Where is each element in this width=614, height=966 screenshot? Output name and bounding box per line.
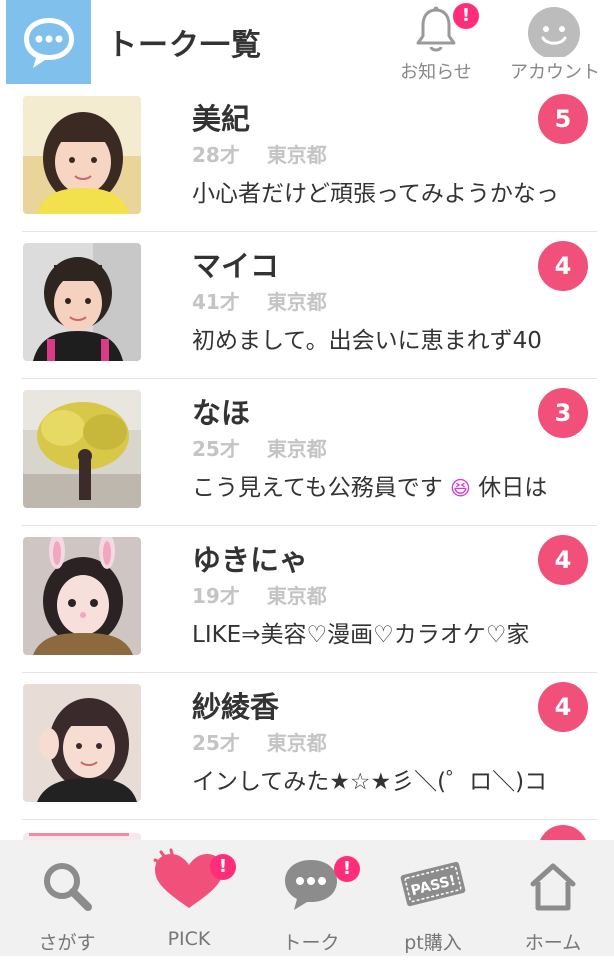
conversation-name: 美紀 <box>192 102 251 136</box>
message-text: こう見えても公務員です <box>192 475 443 501</box>
tab-pick[interactable]: ! PICK <box>128 840 250 956</box>
talk-alert-badge: ! <box>334 856 360 882</box>
age-label: 25才 <box>192 731 240 755</box>
pass-ticket-icon: PASS! <box>400 861 466 907</box>
tab-home[interactable]: ホーム <box>492 840 614 956</box>
avatar <box>23 96 141 214</box>
notice-label: お知らせ <box>400 62 472 83</box>
age-label: 19才 <box>192 584 240 608</box>
bell-icon <box>416 6 456 52</box>
unread-count-badge: 4 <box>538 535 588 585</box>
avatar <box>23 243 141 361</box>
page-title: トーク一覧 <box>107 28 262 63</box>
tab-label: トーク <box>282 932 340 954</box>
conversation-name: ゆきにゃ <box>192 543 309 577</box>
avatar <box>23 684 141 802</box>
area-label: 東京都 <box>266 437 327 461</box>
conversation-name: 紗綾香 <box>192 690 280 724</box>
tab-label: PICK <box>167 928 211 950</box>
unread-count-badge: 4 <box>538 682 588 732</box>
tab-label: ホーム <box>524 932 582 954</box>
last-message: LIKE⇒美容♡漫画♡カラオケ♡家 <box>192 622 530 648</box>
search-icon <box>44 863 92 911</box>
avatar <box>23 537 141 655</box>
conversation-row[interactable]: マイコ 41才 東京都 初めまして。出会いに恵まれず40 4 <box>22 231 597 379</box>
avatar <box>23 390 141 508</box>
conversation-meta: 19才 東京都 <box>192 580 327 609</box>
tab-talk[interactable]: ! トーク <box>250 840 372 956</box>
conversation-meta: 25才 東京都 <box>192 433 327 462</box>
bottom-tab-bar: さがす ! PICK ! トーク PASS! pt購入 ホーム <box>0 840 614 956</box>
conversation-meta: 25才 東京都 <box>192 727 327 756</box>
unread-count-badge: 3 <box>538 388 588 438</box>
last-message: 初めまして。出会いに恵まれず40 <box>192 328 542 354</box>
tab-label: pt購入 <box>404 932 462 954</box>
age-label: 28才 <box>192 143 240 167</box>
area-label: 東京都 <box>266 584 327 608</box>
conversation-name: マイコ <box>192 249 280 283</box>
area-label: 東京都 <box>266 731 327 755</box>
conversation-name: なほ <box>192 396 251 430</box>
last-message: 小心者だけど頑張ってみようかなっ <box>192 181 559 207</box>
chat-bubble-icon <box>24 18 74 68</box>
account-button[interactable]: アカウント <box>500 0 610 84</box>
area-label: 東京都 <box>266 143 327 167</box>
unread-count-badge: 5 <box>538 94 588 144</box>
home-icon <box>530 863 576 911</box>
conversation-meta: 28才 東京都 <box>192 139 327 168</box>
message-text-tail: 休日は <box>478 475 548 501</box>
app-logo[interactable] <box>6 0 91 84</box>
tab-label: さがす <box>38 932 96 954</box>
age-label: 25才 <box>192 437 240 461</box>
age-label: 41才 <box>192 290 240 314</box>
account-label: アカウント <box>510 62 600 83</box>
last-message: インしてみた★☆★彡＼(゜ロ＼)コ <box>192 769 548 795</box>
conversation-row[interactable]: 紗綾香 25才 東京都 インしてみた★☆★彡＼(゜ロ＼)コ 4 <box>22 672 597 820</box>
area-label: 東京都 <box>266 290 327 314</box>
conversation-row[interactable]: ゆきにゃ 19才 東京都 LIKE⇒美容♡漫画♡カラオケ♡家 4 <box>22 525 597 673</box>
tab-pt-purchase[interactable]: PASS! pt購入 <box>372 840 494 956</box>
pick-alert-badge: ! <box>210 854 236 880</box>
account-avatar-icon <box>528 7 580 57</box>
tab-search[interactable]: さがす <box>6 840 128 956</box>
unread-count-badge: 4 <box>538 241 588 291</box>
conversation-row[interactable]: 美紀 28才 東京都 小心者だけど頑張ってみようかなっ 5 <box>22 84 597 232</box>
last-message: こう見えても公務員です 😆 休日は <box>192 468 594 502</box>
header-bar: トーク一覧 ! お知らせ アカウント <box>0 0 614 84</box>
notice-button[interactable]: ! お知らせ <box>394 0 479 84</box>
chat-icon <box>285 860 337 910</box>
notice-alert-badge: ! <box>453 3 479 29</box>
conversation-row[interactable]: なほ 25才 東京都 こう見えても公務員です 😆 休日は 3 <box>22 378 597 526</box>
conversation-meta: 41才 東京都 <box>192 286 327 315</box>
message-emoji: 😆 <box>450 476 471 500</box>
